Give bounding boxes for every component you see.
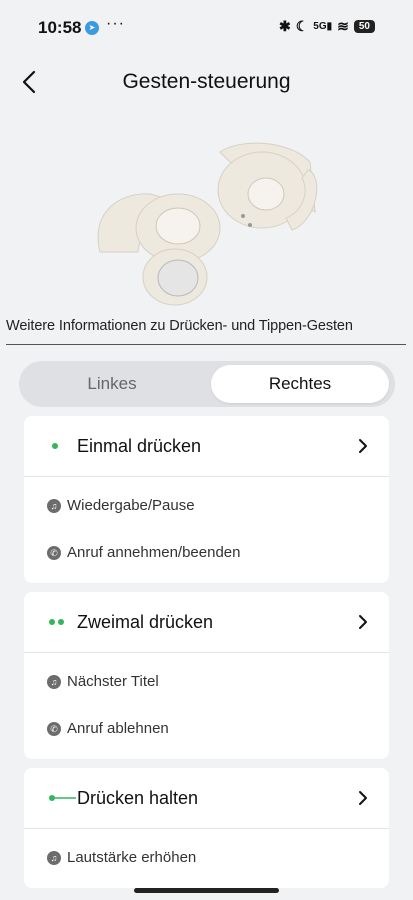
- action-label: Wiedergabe/Pause: [67, 497, 195, 514]
- action-row: ✆ Anruf annehmen/beenden: [24, 530, 389, 577]
- card-header[interactable]: Einmal drücken: [24, 416, 389, 477]
- side-segmented-control: Linkes Rechtes: [19, 361, 395, 407]
- gesture-card-press-hold: Drücken halten ♫ Lautstärke erhöhen: [24, 768, 389, 888]
- card-title: Einmal drücken: [77, 436, 202, 456]
- music-note-icon: ♫: [47, 499, 61, 513]
- home-indicator[interactable]: [134, 888, 279, 893]
- gesture-info-link[interactable]: Weitere Informationen zu Drücken- und Ti…: [6, 318, 406, 345]
- card-title: Drücken halten: [77, 788, 199, 808]
- action-row: ♫ Wiedergabe/Pause: [24, 483, 389, 530]
- tab-right[interactable]: Rechtes: [211, 365, 389, 403]
- dot-line-icon: [49, 795, 76, 801]
- gesture-card-single-press: Einmal drücken ♫ Wiedergabe/Pause ✆ Anru…: [24, 416, 389, 583]
- status-bar: 10:58 ➤ ··· ✱ ☾ 5G▮ ≋ 50: [0, 0, 413, 56]
- action-label: Anruf ablehnen: [67, 720, 169, 737]
- card-header[interactable]: Zweimal drücken: [24, 592, 389, 653]
- action-row: ♫ Nächster Titel: [24, 659, 389, 706]
- music-note-icon: ♫: [47, 851, 61, 865]
- status-icons: ✱ ☾ 5G▮ ≋ 50: [279, 18, 375, 35]
- tab-left[interactable]: Linkes: [23, 365, 201, 403]
- more-notifications-icon: ···: [106, 15, 125, 32]
- card-title: Zweimal drücken: [77, 612, 214, 632]
- action-label: Anruf annehmen/beenden: [67, 544, 241, 561]
- phone-icon: ✆: [47, 722, 61, 736]
- music-note-icon: ♫: [47, 675, 61, 689]
- chevron-right-icon: [359, 439, 367, 453]
- signal-icon: 5G▮: [313, 21, 333, 32]
- telegram-icon: ➤: [85, 21, 99, 35]
- chevron-right-icon: [359, 615, 367, 629]
- status-time: 10:58: [38, 18, 82, 37]
- action-label: Lautstärke erhöhen: [67, 849, 197, 866]
- gesture-card-double-press: Zweimal drücken ♫ Nächster Titel ✆ Anruf…: [24, 592, 389, 759]
- phone-icon: ✆: [47, 546, 61, 560]
- action-label: Nächster Titel: [67, 673, 159, 690]
- top-bar: Gesten-steuerung: [0, 62, 413, 102]
- earbuds-image: [97, 142, 318, 306]
- chevron-right-icon: [359, 791, 367, 805]
- single-dot-icon: [52, 443, 58, 449]
- action-row: ✆ Anruf ablehnen: [24, 706, 389, 753]
- bluetooth-icon: ✱: [278, 18, 291, 34]
- double-dot-icon: [49, 619, 64, 625]
- card-header[interactable]: Drücken halten: [24, 768, 389, 829]
- battery-icon: 50: [353, 20, 375, 33]
- page-title: Gesten-steuerung: [122, 70, 291, 93]
- moon-icon: ☾: [295, 18, 309, 34]
- action-row: ♫ Lautstärke erhöhen: [24, 835, 389, 882]
- wifi-icon: ≋: [337, 18, 349, 34]
